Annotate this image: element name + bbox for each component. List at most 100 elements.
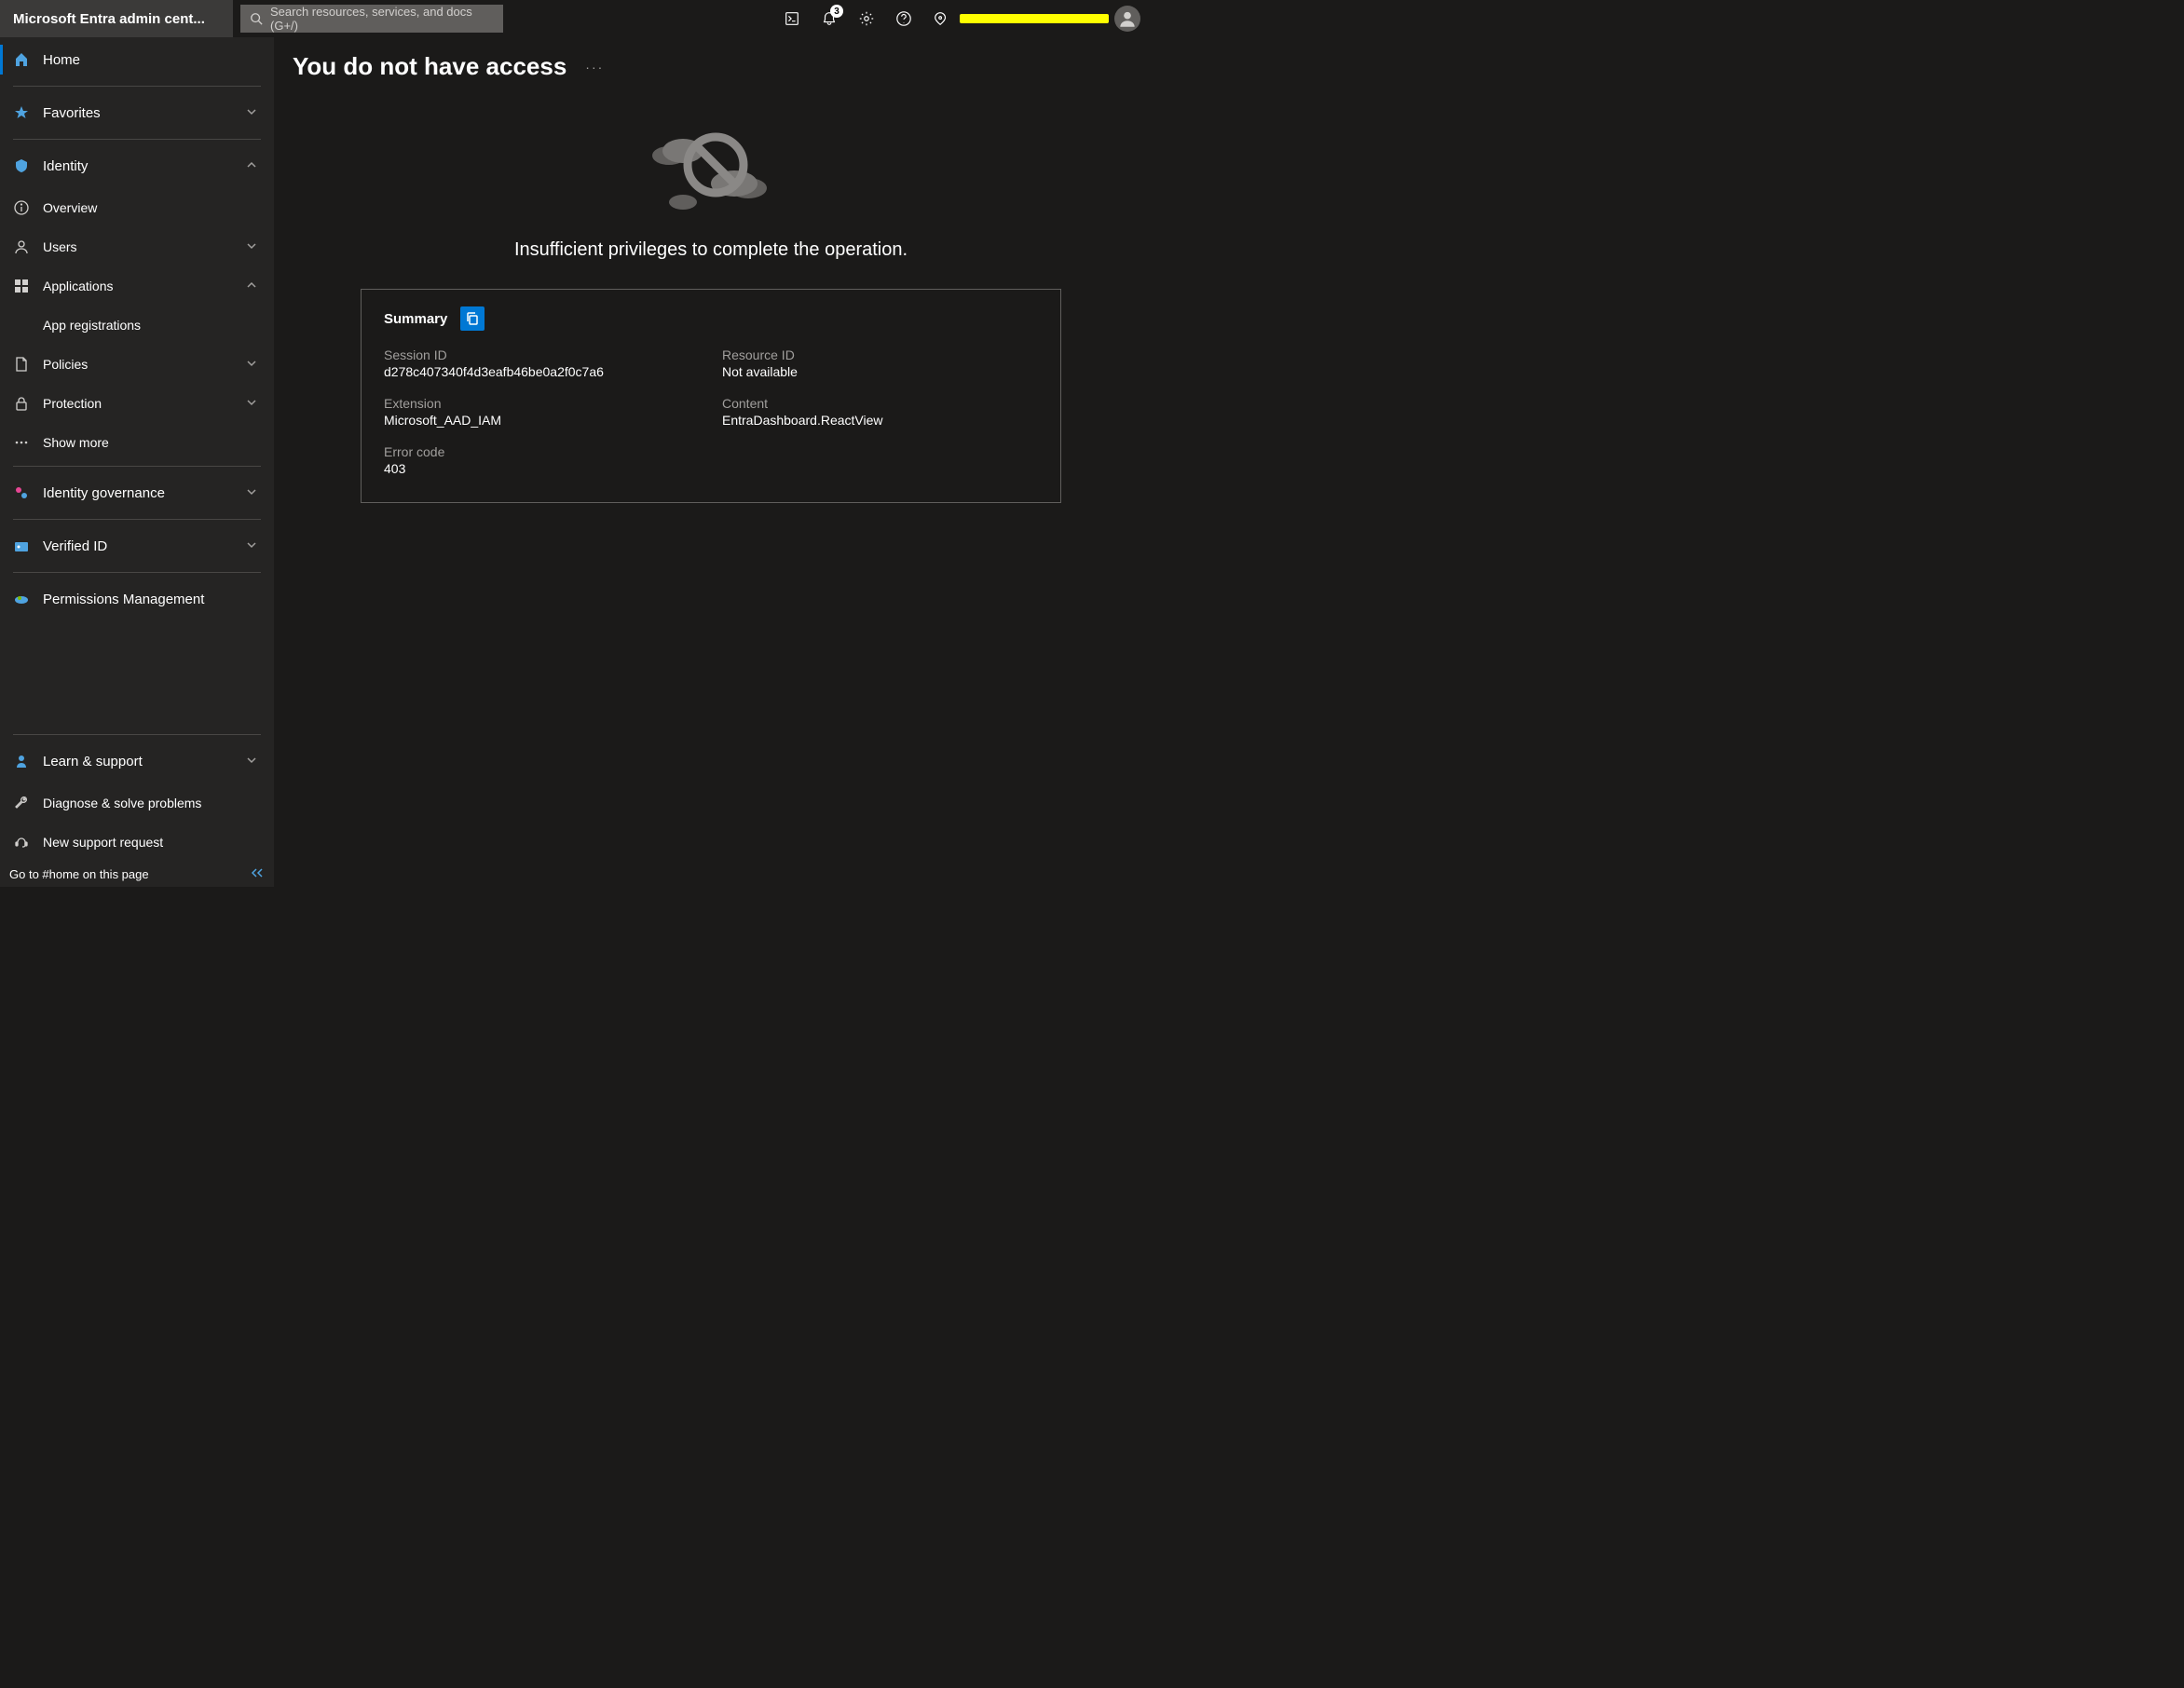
sidebar-item-diagnose[interactable]: Diagnose & solve problems [0, 783, 274, 823]
sidebar-item-overview[interactable]: Overview [0, 188, 274, 227]
sidebar-item-label: New support request [43, 835, 261, 850]
copy-icon [465, 311, 480, 326]
sidebar-item-label: Identity governance [43, 485, 246, 501]
field-session-id: Session ID d278c407340f4d3eafb46be0a2f0c… [384, 347, 700, 379]
user-account[interactable] [960, 6, 1148, 32]
help-button[interactable] [885, 0, 922, 37]
sidebar-item-label: Permissions Management [43, 592, 261, 607]
field-label: Extension [384, 396, 700, 411]
search-placeholder: Search resources, services, and docs (G+… [270, 5, 494, 33]
chevron-down-icon [246, 754, 261, 769]
sidebar-item-favorites[interactable]: Favorites [0, 90, 274, 135]
feedback-button[interactable] [922, 0, 960, 37]
main-content: You do not have access ··· Insufficient … [274, 37, 1148, 887]
sidebar-item-identity[interactable]: Identity [0, 143, 274, 188]
sidebar-item-home[interactable]: Home [0, 37, 274, 82]
document-icon [13, 357, 30, 372]
summary-title: Summary [384, 311, 447, 327]
chevron-down-icon [246, 105, 261, 121]
collapse-sidebar-button[interactable] [250, 867, 265, 881]
support-icon [13, 754, 30, 769]
copy-button[interactable] [460, 306, 485, 331]
field-label: Resource ID [722, 347, 1038, 362]
field-value: Microsoft_AAD_IAM [384, 413, 700, 428]
chevron-down-icon [246, 357, 261, 372]
verified-icon [13, 538, 30, 553]
page-title: You do not have access [293, 52, 566, 81]
field-resource-id: Resource ID Not available [722, 347, 1038, 379]
field-value: 403 [384, 461, 700, 476]
sidebar-item-label: Learn & support [43, 754, 246, 769]
chevron-up-icon [246, 279, 261, 293]
sidebar-item-label: Favorites [43, 105, 246, 121]
sidebar-item-users[interactable]: Users [0, 227, 274, 266]
error-message: Insufficient privileges to complete the … [293, 239, 1129, 261]
cloud-shell-button[interactable] [773, 0, 811, 37]
field-extension: Extension Microsoft_AAD_IAM [384, 396, 700, 428]
terminal-icon [784, 10, 800, 27]
sidebar-item-policies[interactable]: Policies [0, 345, 274, 384]
summary-panel: Summary Session ID d278c407340f4d3eafb46… [361, 289, 1061, 503]
sidebar-item-label: Overview [43, 200, 261, 215]
star-icon [13, 105, 30, 120]
search-input[interactable]: Search resources, services, and docs (G+… [240, 5, 503, 33]
more-actions-button[interactable]: ··· [585, 60, 604, 75]
field-label: Session ID [384, 347, 700, 362]
sidebar-item-applications[interactable]: Applications [0, 266, 274, 306]
info-icon [13, 200, 30, 215]
field-value: EntraDashboard.ReactView [722, 413, 1038, 428]
help-icon [895, 10, 912, 27]
governance-icon [13, 485, 30, 500]
home-icon [13, 52, 30, 67]
field-label: Error code [384, 444, 700, 459]
avatar [1114, 6, 1140, 32]
sidebar-item-label: Protection [43, 396, 246, 411]
settings-button[interactable] [848, 0, 885, 37]
sidebar-item-permissions-management[interactable]: Permissions Management [0, 577, 274, 621]
sidebar-item-show-more[interactable]: Show more [0, 423, 274, 462]
sidebar-item-identity-governance[interactable]: Identity governance [0, 470, 274, 515]
notification-badge: 3 [830, 5, 843, 18]
sidebar-item-label: Show more [43, 435, 261, 450]
notifications-button[interactable]: 3 [811, 0, 848, 37]
headset-icon [13, 835, 30, 850]
users-icon [13, 239, 30, 254]
chevron-down-icon [246, 396, 261, 411]
gear-icon [858, 10, 875, 27]
sidebar-item-new-support[interactable]: New support request [0, 823, 274, 862]
sidebar-item-protection[interactable]: Protection [0, 384, 274, 423]
feedback-icon [933, 10, 949, 27]
permissions-icon [13, 592, 30, 606]
field-content: Content EntraDashboard.ReactView [722, 396, 1038, 428]
field-value: Not available [722, 364, 1038, 379]
sidebar-item-label: Home [43, 52, 261, 68]
app-title[interactable]: Microsoft Entra admin cent... [0, 0, 233, 37]
identity-icon [13, 158, 30, 173]
chevron-down-icon [246, 538, 261, 554]
chevron-down-icon [246, 239, 261, 254]
search-icon [250, 12, 263, 25]
sidebar-item-app-registrations[interactable]: App registrations [0, 306, 274, 345]
sidebar: Home Favorites Identity [0, 37, 274, 887]
chevron-up-icon [246, 158, 261, 174]
sidebar-item-verified-id[interactable]: Verified ID [0, 524, 274, 568]
sidebar-item-label: App registrations [43, 318, 261, 333]
sidebar-item-label: Policies [43, 357, 246, 372]
field-error-code: Error code 403 [384, 444, 700, 476]
sidebar-item-label: Applications [43, 279, 246, 293]
sidebar-item-label: Users [43, 239, 246, 254]
chevron-down-icon [246, 485, 261, 501]
user-email-redacted [960, 14, 1109, 23]
no-access-icon [646, 109, 776, 221]
sidebar-item-label: Diagnose & solve problems [43, 796, 261, 810]
person-icon [1117, 8, 1138, 29]
grid-icon [13, 279, 30, 293]
sidebar-footer-text: Go to #home on this page [9, 867, 149, 881]
sidebar-item-label: Verified ID [43, 538, 246, 554]
sidebar-item-learn-support[interactable]: Learn & support [0, 739, 274, 783]
lock-icon [13, 396, 30, 411]
sidebar-item-label: Identity [43, 158, 246, 174]
chevron-double-left-icon [250, 867, 265, 878]
field-label: Content [722, 396, 1038, 411]
field-value: d278c407340f4d3eafb46be0a2f0c7a6 [384, 364, 700, 379]
